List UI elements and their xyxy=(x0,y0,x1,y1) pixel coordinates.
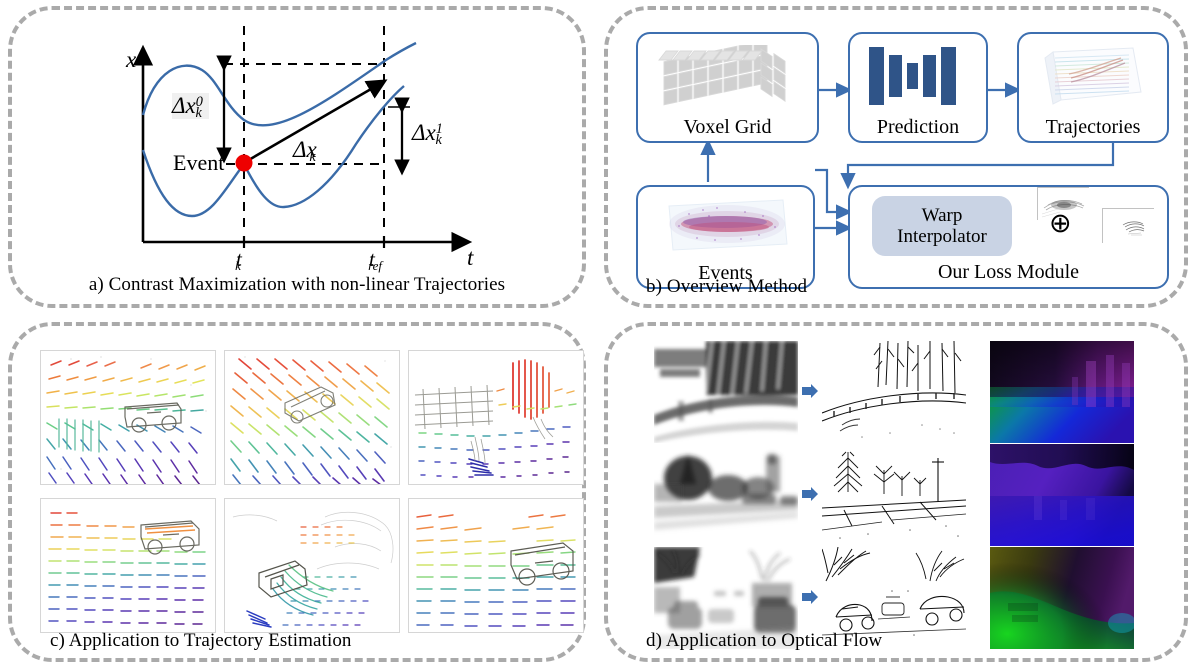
xtick-label-tref: tref xyxy=(368,247,383,273)
trajectory-tile-3[interactable] xyxy=(408,350,584,485)
trajectory-tile-2[interactable] xyxy=(224,350,400,485)
flow-row-2-flowmap[interactable] xyxy=(990,444,1134,546)
event-label: Event xyxy=(173,150,225,175)
event-cloud-icon xyxy=(638,187,813,263)
voxel-cube-icon xyxy=(638,34,817,117)
panel-c-caption: c) Application to Trajectory Estimation xyxy=(50,630,352,651)
flow-arrow-2 xyxy=(802,487,818,501)
panel-a-caption: a) Contrast Maximization with non-linear… xyxy=(88,274,506,295)
trajectory-tile-1[interactable] xyxy=(40,350,216,485)
delta-x0-label: Δx0k xyxy=(172,93,210,121)
oplus-operator-icon: ⊕ xyxy=(1049,208,1072,239)
node-prediction[interactable]: Prediction xyxy=(848,32,988,143)
node-label-trajectories: Trajectories xyxy=(1045,116,1141,138)
node-events[interactable]: Events xyxy=(636,185,815,289)
contrast-maximization-chart: x t Δx0k Δx1k Δxk Event tk tref xyxy=(12,10,582,273)
panel-overview-method: Voxel Grid Prediction Trajectories Event… xyxy=(604,6,1188,308)
node-label-voxel-grid: Voxel Grid xyxy=(683,116,772,138)
flow-arrow-3 xyxy=(802,590,818,604)
panel-trajectory-estimation: c) Application to Trajectory Estimation xyxy=(8,322,586,662)
trajectory-tile-4[interactable] xyxy=(40,498,216,633)
flow-row-1-blurred[interactable] xyxy=(654,341,798,443)
warp-line-1: Warp xyxy=(921,204,963,226)
flow-row-1-sharp[interactable] xyxy=(822,341,966,443)
panel-contrast-maximization: x t Δx0k Δx1k Δxk Event tk tref a) Contr… xyxy=(8,6,586,308)
event-marker xyxy=(235,154,253,172)
node-voxel-grid[interactable]: Voxel Grid xyxy=(636,32,819,143)
trajectory-tile-6[interactable] xyxy=(408,498,584,633)
flow-row-2-sharp[interactable] xyxy=(822,444,966,546)
xtick-label-tk: tk xyxy=(235,247,242,273)
panel-d-caption: d) Application to Optical Flow xyxy=(646,630,883,651)
figure-root: x t Δx0k Δx1k Δxk Event tk tref a) Contr… xyxy=(0,0,1196,668)
panel-b-caption: b) Overview Method xyxy=(646,276,808,297)
flow-row-2-blurred[interactable] xyxy=(654,444,798,546)
trajectory-volume-icon xyxy=(1019,34,1167,117)
node-label-prediction: Prediction xyxy=(876,116,960,138)
loss-output-thumbnail xyxy=(1102,208,1155,244)
unet-bars-icon xyxy=(850,34,986,117)
delta-x1-arrow xyxy=(388,97,410,176)
delta-xk-label: Δxk xyxy=(293,137,317,166)
warp-line-2: Interpolator xyxy=(897,226,987,247)
delta-x1-label: Δx1k xyxy=(412,120,443,149)
warp-interpolator-box[interactable]: Warp Interpolator xyxy=(872,196,1012,256)
trajectory-tile-5[interactable] xyxy=(224,498,400,633)
axis-label-t: t xyxy=(467,245,474,270)
flow-row-1-flowmap[interactable] xyxy=(990,341,1134,443)
panel-optical-flow: d) Application to Optical Flow xyxy=(604,322,1188,662)
chart-vertical-guides xyxy=(243,26,385,234)
node-trajectories[interactable]: Trajectories xyxy=(1017,32,1169,143)
flow-arrow-1 xyxy=(802,384,818,398)
axis-label-x: x xyxy=(126,47,137,72)
